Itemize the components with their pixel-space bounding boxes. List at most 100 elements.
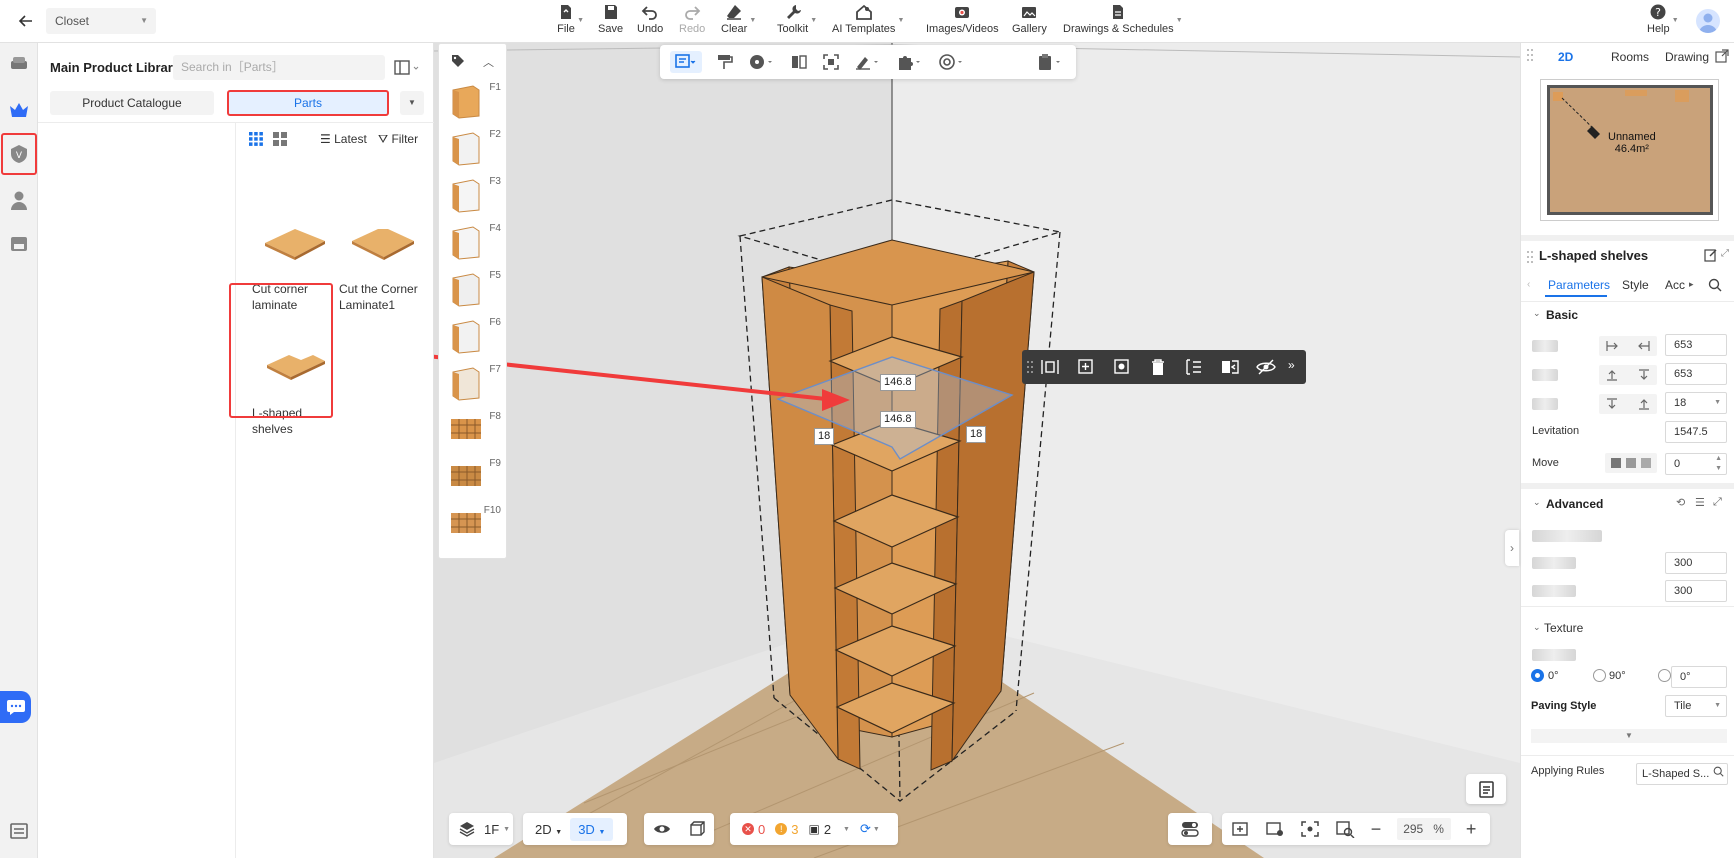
strip-item-f4[interactable]: F4 — [439, 217, 507, 263]
mirror-button[interactable] — [1220, 358, 1240, 376]
undo-button[interactable]: Undo — [637, 3, 663, 35]
drawings-schedules-button[interactable]: Drawings & Schedules ▼ — [1063, 3, 1183, 35]
hide-button[interactable] — [1256, 358, 1276, 376]
scroll-left-icon[interactable]: ‹ — [1527, 279, 1530, 290]
thickness-select[interactable]: 18 ▼ — [1665, 392, 1727, 414]
advanced-value2-input[interactable]: 300 — [1665, 580, 1727, 602]
gallery-button[interactable]: Gallery — [1012, 3, 1047, 35]
dimension-label-right[interactable]: 18 — [966, 426, 987, 443]
distribute-button[interactable] — [1184, 358, 1204, 376]
align-button[interactable] — [1040, 358, 1060, 376]
zoom-region-icon[interactable] — [1335, 820, 1355, 838]
texture-section-title[interactable]: Texture — [1544, 621, 1583, 635]
tab-more-dropdown[interactable]: ▼ — [400, 91, 424, 115]
move-mode-buttons[interactable] — [1605, 453, 1657, 473]
subtab-parameters[interactable]: Parameters — [1548, 278, 1610, 292]
strip-item-f7[interactable]: F7 — [439, 358, 507, 404]
ai-templates-button[interactable]: AI Templates ▼ — [832, 3, 904, 35]
redo-button[interactable]: Redo — [679, 3, 705, 35]
eye-icon[interactable] — [653, 820, 671, 838]
duplicate-button[interactable] — [1076, 358, 1096, 376]
minimap[interactable]: Unnamed 46.4m² — [1540, 79, 1719, 221]
open-external-icon[interactable] — [1715, 49, 1729, 63]
subtab-style[interactable]: Style — [1622, 278, 1649, 292]
strip-item-f5[interactable]: F5 — [439, 264, 507, 310]
strip-item-f6[interactable]: F6 — [439, 311, 507, 357]
library-search-input[interactable]: Search in［Parts］ — [173, 55, 385, 80]
paving-style-select[interactable]: Tile ▼ — [1665, 695, 1727, 717]
panel-layout-button[interactable] — [393, 57, 421, 79]
measure-button[interactable] — [850, 51, 886, 73]
nav-store[interactable] — [6, 231, 32, 257]
strip-item-f9[interactable]: F9 — [439, 452, 507, 498]
applying-rules-input[interactable]: L-Shaped S... — [1636, 763, 1728, 785]
clear-button[interactable]: Clear ▼ — [721, 3, 756, 35]
levitation-input[interactable]: 1547.5 — [1665, 421, 1727, 443]
width-align-buttons[interactable] — [1599, 336, 1657, 356]
clipboard-list-button[interactable] — [1466, 774, 1506, 804]
status-indicators[interactable]: ✕ 0 ! 3 ▣ 2 ▼ ⟳ ▼ — [730, 813, 898, 845]
scroll-right-icon[interactable]: ▸ — [1689, 279, 1694, 290]
tab-2d[interactable]: 2D — [1558, 50, 1573, 64]
advanced-value1-input[interactable]: 300 — [1665, 552, 1727, 574]
strip-item-f3[interactable]: F3 — [439, 170, 507, 216]
save-button[interactable]: Save — [598, 3, 623, 35]
tab-rooms[interactable]: Rooms — [1611, 50, 1649, 64]
3d-viewport[interactable]: 146.8 146.8 18 18 — [434, 43, 1520, 858]
images-videos-button[interactable]: Images/Videos — [926, 3, 999, 35]
depth-input[interactable]: 653 — [1665, 363, 1727, 385]
back-button[interactable] — [10, 9, 42, 33]
width-input[interactable]: 653 — [1665, 334, 1727, 356]
strip-item-f8[interactable]: F8 — [439, 405, 507, 451]
zoom-in-button[interactable]: + — [1466, 819, 1477, 840]
more-actions-icon[interactable]: » — [1288, 358, 1302, 376]
floor-selector[interactable]: 1F ▼ — [449, 813, 513, 845]
dimension-label-left[interactable]: 18 — [814, 428, 835, 445]
cube-view-icon[interactable] — [688, 820, 706, 838]
drag-handle-icon[interactable] — [1526, 249, 1534, 265]
split-button[interactable] — [786, 51, 812, 73]
view-grid-large-button[interactable] — [272, 131, 288, 147]
basic-section-title[interactable]: Basic — [1546, 308, 1578, 322]
replace-button[interactable] — [1112, 358, 1132, 376]
mode-3d-button[interactable]: 3D ▼ — [570, 817, 614, 841]
view-settings-icon[interactable] — [1265, 820, 1285, 838]
dimension-label-top1[interactable]: 146.8 — [880, 374, 916, 391]
subtab-accessories[interactable]: Acc — [1665, 278, 1685, 292]
mode-2d-button[interactable]: 2D ▼ — [527, 818, 570, 841]
nav-bottom-panel[interactable] — [6, 818, 32, 844]
view-grid-small-button[interactable] — [248, 131, 264, 147]
advanced-section-title[interactable]: Advanced — [1546, 497, 1603, 511]
file-button[interactable]: File ▼ — [557, 3, 584, 35]
delete-button[interactable] — [1148, 358, 1168, 376]
reset-icon[interactable]: ⟲ — [1676, 496, 1685, 509]
material-button[interactable] — [744, 51, 780, 73]
sort-latest-button[interactable]: ☰ Latest — [320, 132, 367, 146]
display-button[interactable] — [934, 51, 970, 73]
chat-button[interactable] — [0, 691, 31, 723]
list-settings-icon[interactable]: ☰ — [1695, 496, 1705, 509]
settings-toggle-button[interactable] — [1168, 813, 1212, 845]
drag-handle-icon[interactable] — [1526, 47, 1534, 63]
tab-parts[interactable]: Parts — [227, 90, 389, 116]
strip-item-f10[interactable]: F10 — [439, 499, 507, 545]
plugin-button[interactable] — [892, 51, 928, 73]
user-avatar[interactable] — [1696, 9, 1720, 33]
strip-item-f2[interactable]: F2 — [439, 123, 507, 169]
zoom-level[interactable]: 295 % — [1396, 818, 1451, 840]
chevron-down-icon[interactable]: ⌄ — [1533, 497, 1541, 508]
thickness-align-buttons[interactable] — [1599, 394, 1657, 414]
help-button[interactable]: ? Help ▼ — [1647, 3, 1679, 35]
design-name-select[interactable]: Closet ▼ — [46, 8, 156, 34]
zoom-out-button[interactable]: − — [1371, 819, 1382, 840]
edit-icon[interactable] — [1704, 248, 1718, 262]
texture-angle-radio-3[interactable] — [1658, 669, 1671, 682]
tab-product-catalogue[interactable]: Product Catalogue — [50, 91, 214, 115]
collapse-up-icon[interactable]: ︿ — [483, 54, 494, 70]
nav-my-models[interactable] — [6, 187, 32, 213]
expand-more-button[interactable]: ▼ — [1531, 729, 1727, 743]
drag-handle-icon[interactable] — [1026, 358, 1034, 376]
tag-icon[interactable] — [451, 54, 465, 71]
chevron-down-icon[interactable]: ⌄ — [1533, 622, 1541, 633]
nav-product-library[interactable] — [6, 97, 32, 123]
